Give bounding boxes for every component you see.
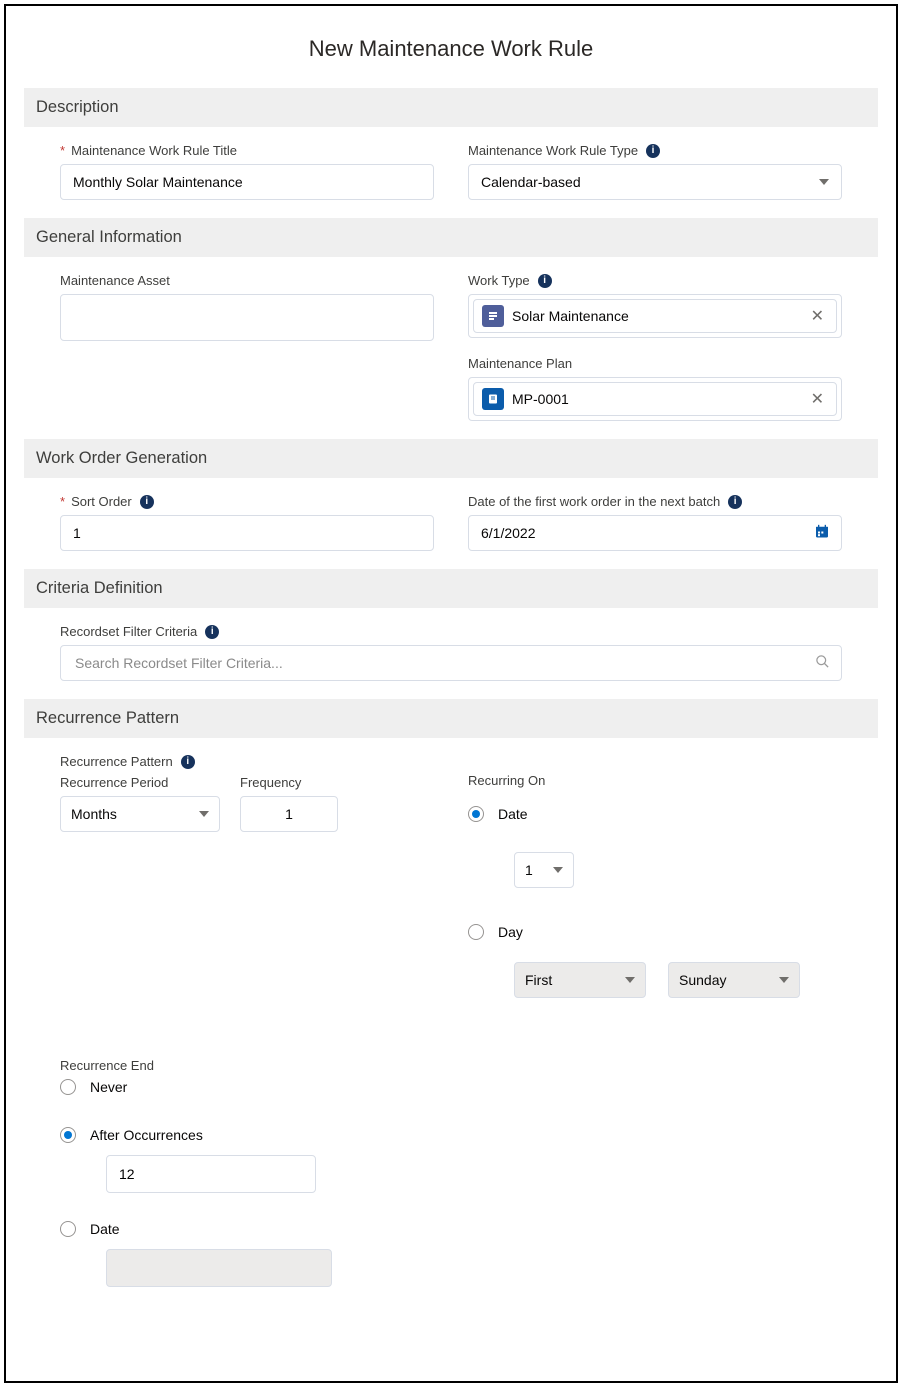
chevron-down-icon — [819, 179, 829, 185]
type-select[interactable]: Calendar-based — [468, 164, 842, 200]
info-icon[interactable]: i — [646, 144, 660, 158]
section-general-header: General Information — [24, 218, 878, 257]
end-after-input[interactable] — [106, 1155, 316, 1193]
recurring-on-label: Recurring On — [468, 773, 842, 788]
freq-input[interactable] — [240, 796, 338, 832]
info-icon[interactable]: i — [140, 495, 154, 509]
asset-label: Maintenance Asset — [60, 273, 434, 288]
end-date-input — [106, 1249, 332, 1287]
section-recurrence-header: Recurrence Pattern — [24, 699, 878, 738]
end-never-radio[interactable] — [60, 1079, 76, 1095]
filter-label: Recordset Filter Criteria i — [60, 624, 842, 639]
chevron-down-icon — [625, 977, 635, 983]
plan-field[interactable]: MP-0001 ✕ — [468, 377, 842, 421]
info-icon[interactable]: i — [538, 274, 552, 288]
sort-label: * Sort Order i — [60, 494, 434, 509]
type-label: Maintenance Work Rule Type i — [468, 143, 842, 158]
end-never-label: Never — [90, 1079, 127, 1095]
required-asterisk: * — [60, 494, 65, 509]
pattern-label: Recurrence Pattern i — [60, 754, 842, 769]
recurrence-end-label: Recurrence End — [60, 1058, 842, 1073]
end-date-label: Date — [90, 1221, 120, 1237]
calendar-icon[interactable] — [814, 524, 830, 543]
info-icon[interactable]: i — [181, 755, 195, 769]
day-ordinal-select[interactable]: First — [514, 962, 646, 998]
chevron-down-icon — [779, 977, 789, 983]
info-icon[interactable]: i — [728, 495, 742, 509]
section-description-header: Description — [24, 88, 878, 127]
remove-icon[interactable]: ✕ — [807, 389, 828, 409]
plan-pill: MP-0001 ✕ — [473, 382, 837, 416]
end-after-label: After Occurrences — [90, 1127, 203, 1143]
first-date-label: Date of the first work order in the next… — [468, 494, 842, 509]
worktype-field[interactable]: Solar Maintenance ✕ — [468, 294, 842, 338]
worktype-label: Work Type i — [468, 273, 842, 288]
plan-icon — [482, 388, 504, 410]
freq-label: Frequency — [240, 775, 338, 790]
first-date-input[interactable] — [468, 515, 842, 551]
recurring-on-date-radio[interactable] — [468, 806, 484, 822]
recurring-date-select[interactable]: 1 — [514, 852, 574, 888]
section-criteria-header: Criteria Definition — [24, 569, 878, 608]
remove-icon[interactable]: ✕ — [807, 306, 828, 326]
recurring-on-date-label: Date — [498, 806, 528, 822]
title-label: * Maintenance Work Rule Title — [60, 143, 434, 158]
worktype-pill: Solar Maintenance ✕ — [473, 299, 837, 333]
period-label: Recurrence Period — [60, 775, 220, 790]
required-asterisk: * — [60, 143, 65, 158]
search-icon — [815, 654, 830, 672]
filter-search-input[interactable] — [60, 645, 842, 681]
title-input[interactable] — [60, 164, 434, 200]
worktype-icon — [482, 305, 504, 327]
chevron-down-icon — [553, 867, 563, 873]
sort-input[interactable] — [60, 515, 434, 551]
plan-label: Maintenance Plan — [468, 356, 842, 371]
day-name-select[interactable]: Sunday — [668, 962, 800, 998]
end-date-radio[interactable] — [60, 1221, 76, 1237]
modal-new-maintenance-work-rule: New Maintenance Work Rule Description * … — [4, 4, 898, 1383]
chevron-down-icon — [199, 811, 209, 817]
end-after-radio[interactable] — [60, 1127, 76, 1143]
info-icon[interactable]: i — [205, 625, 219, 639]
period-select[interactable]: Months — [60, 796, 220, 832]
recurring-on-day-radio[interactable] — [468, 924, 484, 940]
recurring-on-day-label: Day — [498, 924, 523, 940]
page-title: New Maintenance Work Rule — [24, 36, 878, 62]
asset-input[interactable] — [60, 294, 434, 341]
section-workorder-header: Work Order Generation — [24, 439, 878, 478]
